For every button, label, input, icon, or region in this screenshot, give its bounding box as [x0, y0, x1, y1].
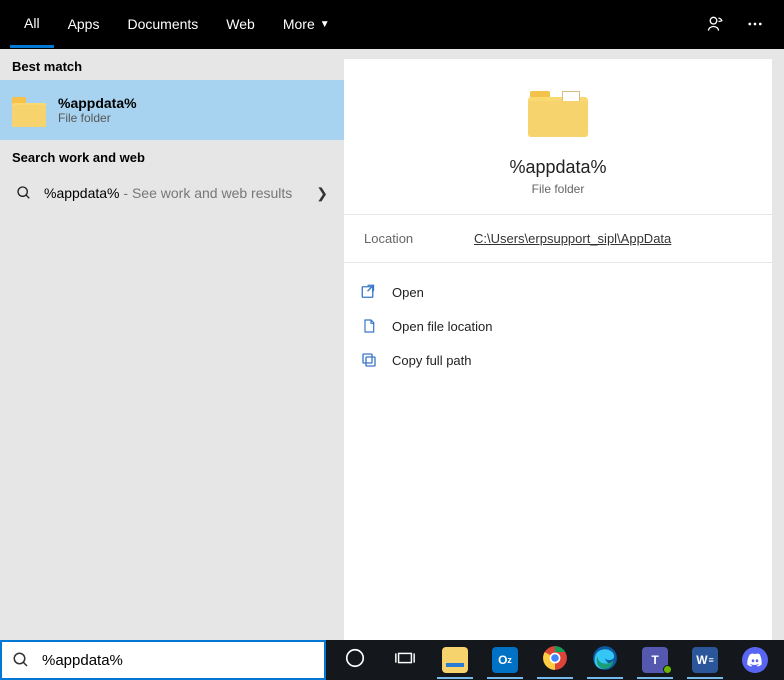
taskbar-explorer[interactable] — [432, 640, 478, 680]
search-icon — [16, 185, 32, 201]
action-copy-path[interactable]: Copy full path — [360, 343, 756, 377]
action-open[interactable]: Open — [360, 275, 756, 309]
search-tabs: All Apps Documents Web More ▼ — [0, 0, 784, 48]
edge-icon — [592, 645, 618, 676]
more-options-icon[interactable] — [746, 15, 764, 33]
taskbar-word[interactable]: W≡ — [682, 640, 728, 680]
best-match-header: Best match — [0, 49, 344, 80]
chevron-down-icon: ▼ — [320, 19, 330, 30]
feedback-icon[interactable] — [706, 14, 726, 34]
tab-web[interactable]: Web — [212, 0, 269, 48]
preview-subtitle: File folder — [532, 182, 585, 196]
location-label: Location — [364, 231, 474, 246]
taskbar-teams[interactable]: T — [632, 640, 678, 680]
tab-more-label: More — [283, 16, 315, 32]
taskbar-chrome[interactable] — [532, 640, 578, 680]
tab-documents[interactable]: Documents — [113, 0, 212, 48]
file-location-icon — [360, 317, 378, 335]
search-results-area: Best match %appdata% File folder Search … — [0, 48, 784, 640]
taskbar-taskview[interactable] — [382, 640, 428, 680]
folder-icon-large — [528, 87, 588, 137]
tab-documents-label: Documents — [127, 16, 198, 32]
preview-title: %appdata% — [509, 157, 606, 178]
taskbar-cortana[interactable] — [332, 640, 378, 680]
location-row: Location C:\Users\erpsupport_sipl\AppDat… — [344, 214, 772, 263]
bottom-bar: Oz T W≡ — [0, 640, 784, 680]
best-match-subtitle: File folder — [58, 111, 137, 125]
web-result-term: %appdata% — [44, 185, 120, 201]
chevron-right-icon: ❯ — [316, 185, 328, 202]
action-open-label: Open — [392, 285, 424, 300]
folder-icon — [12, 93, 46, 127]
search-box[interactable] — [0, 640, 326, 680]
taskbar: Oz T W≡ — [326, 640, 784, 680]
tab-apps[interactable]: Apps — [54, 0, 114, 48]
web-search-result[interactable]: %appdata% - See work and web results ❯ — [0, 171, 344, 215]
preview-card: %appdata% File folder Location C:\Users\… — [344, 59, 772, 640]
search-web-header: Search work and web — [0, 140, 344, 171]
action-copy-path-label: Copy full path — [392, 353, 472, 368]
preview-column: %appdata% File folder Location C:\Users\… — [344, 49, 784, 640]
results-list: Best match %appdata% File folder Search … — [0, 49, 344, 640]
copy-icon — [360, 351, 378, 369]
best-match-result[interactable]: %appdata% File folder — [0, 80, 344, 140]
action-open-location[interactable]: Open file location — [360, 309, 756, 343]
word-icon: W≡ — [692, 647, 718, 673]
teams-icon: T — [642, 647, 668, 673]
taskbar-discord[interactable] — [732, 640, 778, 680]
location-path-link[interactable]: C:\Users\erpsupport_sipl\AppData — [474, 231, 671, 246]
tab-all[interactable]: All — [10, 0, 54, 48]
discord-icon — [742, 647, 768, 673]
tab-more[interactable]: More ▼ — [269, 0, 344, 48]
tab-apps-label: Apps — [68, 16, 100, 32]
tab-web-label: Web — [226, 16, 255, 32]
taskbar-edge[interactable] — [582, 640, 628, 680]
search-input[interactable] — [40, 651, 314, 670]
web-result-suffix: - See work and web results — [120, 185, 293, 201]
open-icon — [360, 283, 378, 301]
cortana-icon — [344, 647, 366, 674]
chrome-icon — [542, 645, 568, 676]
file-explorer-icon — [442, 647, 468, 673]
best-match-title: %appdata% — [58, 95, 137, 111]
tab-all-label: All — [24, 15, 40, 31]
action-open-location-label: Open file location — [392, 319, 492, 334]
outlook-icon: Oz — [492, 647, 518, 673]
search-icon — [12, 651, 30, 669]
taskview-icon — [394, 647, 416, 674]
taskbar-outlook[interactable]: Oz — [482, 640, 528, 680]
